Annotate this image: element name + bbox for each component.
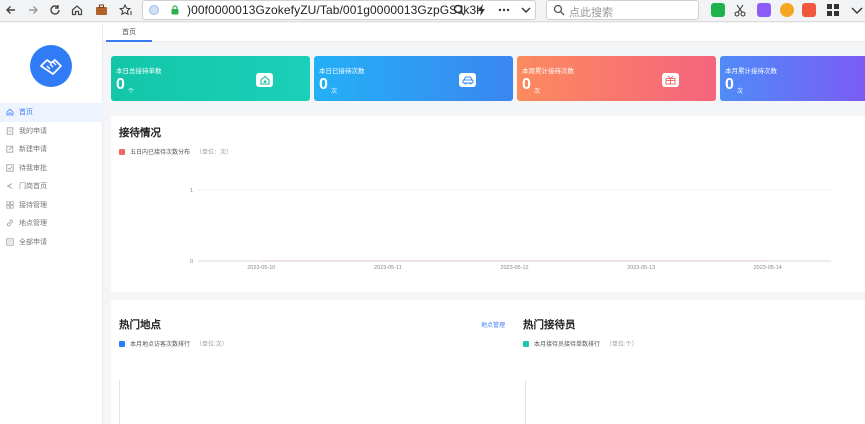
search-placeholder: 点此搜索: [569, 7, 613, 19]
hot-places-panel: 热门地点 地点管理 本月地点访客次数排行 （单位:次）: [111, 300, 523, 424]
page-search-icon[interactable]: [450, 1, 468, 19]
apps-grid-icon[interactable]: [826, 3, 840, 17]
legend-unit: （单位:次）: [196, 342, 228, 348]
sidebar-item-label: 地点管理: [19, 220, 47, 228]
reception-panel: 接待情况 五日内已接待次数分布 （单位：次） 0 1 2023-05-10 2023-…: [111, 116, 865, 292]
stat-card-month-received: 本月累计接待次数 0 次: [720, 56, 865, 101]
forward-icon[interactable]: [24, 1, 42, 19]
y-tick-label: 0: [190, 259, 193, 265]
briefcase-icon[interactable]: [92, 1, 110, 19]
sidebar-item-reception-management[interactable]: 接待管理: [0, 196, 103, 215]
sidebar-item-gate-home[interactable]: 门岗首页: [0, 177, 103, 196]
home-icon[interactable]: [68, 1, 86, 19]
edit-icon: [6, 145, 14, 153]
scissors-icon[interactable]: [733, 3, 747, 17]
sidebar-item-pending-approval[interactable]: 待我审批: [0, 159, 103, 178]
reception-line-chart: 0 1 2023-05-10 2023-05-11 2023-05-12 2023-05-…: [190, 188, 831, 271]
sidebar-item-label: 首页: [19, 109, 33, 117]
legend-label: 本月接待员接待单数排行: [534, 342, 601, 348]
tab-strip: 首页: [103, 23, 865, 42]
stat-card-today-total-orders: 本日总接待单数 0 个: [111, 56, 310, 101]
hot-receptionists-panel: 热门接待员 本月接待员接待单数排行 （单位:个）: [515, 300, 865, 424]
stat-card-week-received: 本周累计接待次数 0 次: [517, 56, 716, 101]
sidebar-item-my-applications[interactable]: 我的申请: [0, 122, 103, 141]
grid-icon: [6, 201, 14, 209]
game-extension-icon[interactable]: [802, 3, 816, 17]
wechat-extension-icon[interactable]: [711, 3, 725, 17]
sidebar-item-all-applications[interactable]: 全部申请: [0, 233, 103, 252]
stat-card-today-received: 本日已接待次数 0 次: [314, 56, 513, 101]
stat-title: 本日已接待次数: [319, 68, 365, 75]
y-tick-label: 1: [190, 188, 193, 194]
stat-unit: 次: [534, 89, 541, 95]
stat-value: 0: [725, 76, 734, 93]
stat-unit: 次: [737, 89, 744, 95]
site-info-icon[interactable]: [149, 5, 159, 15]
sidebar-item-home[interactable]: 首页: [0, 103, 103, 122]
panel-title: 热门接待员: [523, 319, 576, 331]
x-tick-label: 2023-05-12: [500, 265, 528, 271]
stat-value: 0: [522, 76, 531, 93]
stat-unit: 次: [331, 89, 338, 95]
link-icon: [6, 219, 14, 227]
x-tick-label: 2023-05-14: [754, 265, 782, 271]
location-management-link[interactable]: 地点管理: [481, 320, 505, 329]
stat-title: 本日总接待单数: [116, 68, 162, 75]
back-icon[interactable]: [2, 1, 20, 19]
stat-title: 本月累计接待次数: [725, 68, 777, 75]
sidebar-item-label: 门岗首页: [19, 183, 47, 191]
gate-icon: [6, 182, 14, 190]
sidebar-item-label: 新建申请: [19, 146, 47, 154]
x-tick-label: 2023-05-11: [374, 265, 402, 271]
legend-swatch: [119, 340, 125, 347]
document-icon: [6, 127, 14, 135]
legend-label: 本月地点访客次数排行: [130, 342, 191, 348]
favorites-icon[interactable]: [116, 1, 134, 19]
home-badge-icon: [256, 73, 273, 87]
sidebar-nav: 首页 我的申请 新建申请 待我审批 门岗首页 接待管理 地点管理 全部申请: [0, 103, 103, 251]
panel-title: 热门地点: [119, 319, 161, 331]
tab-home[interactable]: 首页: [106, 23, 152, 42]
sidebar-item-label: 全部申请: [19, 238, 47, 246]
collapse-icon[interactable]: [850, 3, 864, 17]
url-text: )00f0000013GzokefyZU/Tab/001g0000013GzpG…: [187, 3, 484, 17]
legend-swatch: [523, 340, 529, 347]
chevron-down-icon[interactable]: [517, 1, 535, 19]
chart-legend: 本月接待员接待单数排行 （单位:个）: [523, 339, 638, 348]
browser-toolbar: )00f0000013GzokefyZU/Tab/001g0000013GzpG…: [0, 0, 865, 22]
sidebar-item-label: 我的申请: [19, 127, 47, 135]
home-icon: [6, 108, 14, 116]
chart-axis: [119, 380, 120, 424]
sidebar-item-label: 待我审批: [19, 164, 47, 172]
legend-unit: （单位:个）: [606, 342, 638, 348]
stat-value: 0: [319, 76, 328, 93]
refresh-icon[interactable]: [46, 1, 64, 19]
more-icon[interactable]: [495, 1, 513, 19]
search-icon: [553, 4, 565, 16]
browser-search-box[interactable]: 点此搜索: [546, 0, 699, 20]
app-logo: [30, 45, 72, 87]
x-tick-label: 2023-05-13: [627, 265, 655, 271]
extension-purple-icon[interactable]: [757, 3, 771, 17]
stat-unit: 个: [128, 89, 135, 95]
sidebar-item-new-application[interactable]: 新建申请: [0, 140, 103, 159]
approve-icon: [6, 164, 14, 172]
car-icon: [459, 73, 476, 87]
sidebar: 首页 我的申请 新建申请 待我审批 门岗首页 接待管理 地点管理 全部申请: [0, 23, 103, 424]
gift-icon: [662, 73, 679, 87]
x-tick-label: 2023-05-10: [247, 265, 275, 271]
stat-title: 本周累计接待次数: [522, 68, 574, 75]
shield-extension-icon[interactable]: [780, 3, 794, 17]
sidebar-item-label: 接待管理: [19, 201, 47, 209]
stat-value: 0: [116, 76, 125, 93]
chart-legend: 本月地点访客次数排行 （单位:次）: [119, 339, 228, 348]
sidebar-item-location-management[interactable]: 地点管理: [0, 214, 103, 233]
lightning-icon[interactable]: [473, 1, 491, 19]
chart-axis: [525, 380, 526, 424]
lock-icon: [171, 5, 179, 15]
handshake-logo-icon: [40, 59, 62, 75]
list-icon: [6, 238, 14, 246]
